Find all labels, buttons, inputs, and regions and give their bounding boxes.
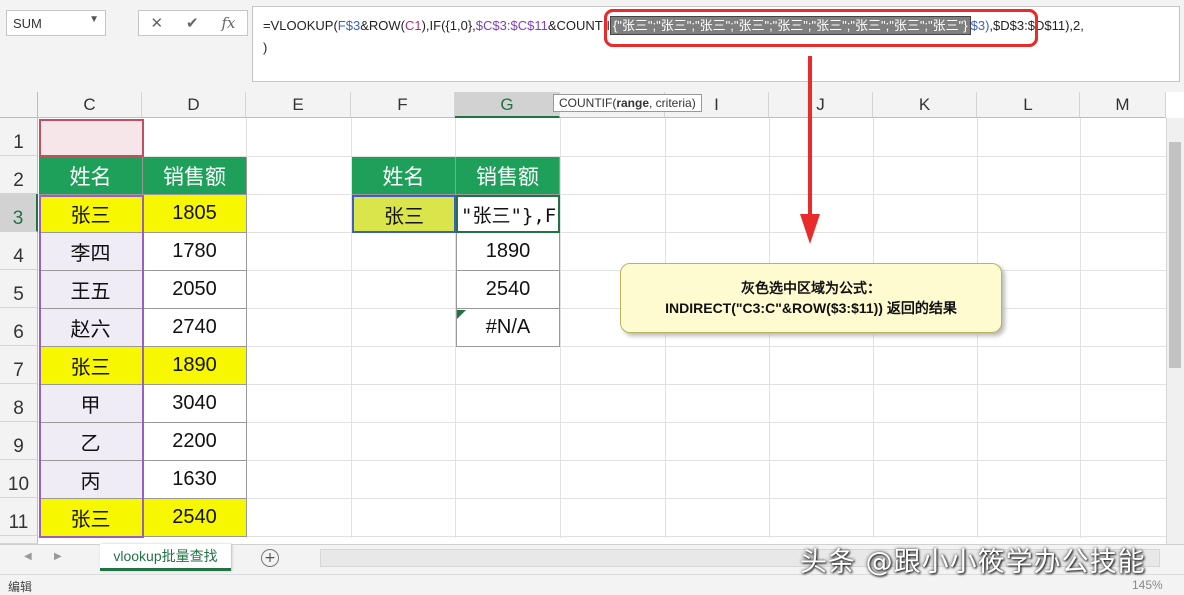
table2-header-amount[interactable]: 销售额	[456, 157, 560, 195]
formula-buttons: ✕ ✔ fx	[138, 10, 248, 36]
formula-part: &COUNTII	[547, 18, 610, 33]
formula-part: =VLOOKUP(	[263, 18, 338, 33]
table1-name-cell[interactable]: 赵六	[39, 309, 143, 347]
table1-amount-cell[interactable]: 1890	[143, 347, 247, 385]
chevron-down-icon[interactable]: ▼	[89, 14, 99, 25]
tooltip-fn: COUNTIF(	[559, 96, 617, 110]
row-header[interactable]: 6	[0, 308, 38, 346]
explanation-callout: 灰色选中区域为公式： INDIRECT("C3:C"&ROW($3:$11)) …	[620, 263, 1002, 333]
row-header[interactable]: 11	[0, 498, 38, 536]
table1-name-cell[interactable]: 王五	[39, 271, 143, 309]
callout-line-1: 灰色选中区域为公式：	[741, 280, 881, 296]
formula-ref: F$3	[337, 18, 361, 33]
sheet-tab-active[interactable]: vlookup批量查找	[100, 544, 231, 571]
table2-amount-cell[interactable]: #N/A	[456, 309, 560, 347]
table1-name-cell[interactable]: 丙	[39, 461, 143, 499]
column-header[interactable]: J	[769, 92, 873, 118]
table1-amount-cell[interactable]: 2050	[143, 271, 247, 309]
watermark: 头条 @跟小小筱学办公技能	[800, 547, 1146, 578]
tooltip-arg: range	[616, 96, 650, 110]
error-indicator-icon	[457, 310, 466, 319]
name-box-value: SUM	[13, 16, 42, 31]
name-box[interactable]: SUM ▼	[6, 10, 106, 36]
red-arrow-head-icon	[800, 214, 820, 244]
tooltip-rest: , criteria)	[649, 96, 696, 110]
zoom-level[interactable]: 145%	[1132, 578, 1163, 592]
row-header[interactable]: 9	[0, 422, 38, 460]
table1-amount-cell[interactable]: 1780	[143, 233, 247, 271]
table1-name-cell[interactable]: 乙	[39, 423, 143, 461]
add-sheet-icon[interactable]: +	[261, 549, 279, 567]
row-header[interactable]: 8	[0, 384, 38, 422]
insert-function-icon[interactable]: fx	[222, 14, 236, 32]
enter-icon[interactable]: ✔	[186, 14, 199, 32]
cell-c1-reference[interactable]	[39, 119, 144, 157]
status-mode: 编辑	[8, 580, 33, 594]
column-header[interactable]: M	[1080, 92, 1166, 118]
gridline	[1080, 118, 1081, 538]
column-header[interactable]: L	[977, 92, 1080, 118]
table1-amount-cell[interactable]: 3040	[143, 385, 247, 423]
column-header[interactable]: G	[455, 92, 560, 118]
table2-amount-cell[interactable]: 2540	[456, 271, 560, 309]
formula-part: &ROW(	[360, 18, 405, 33]
column-header[interactable]: D	[142, 92, 246, 118]
callout-line-2: INDIRECT("C3:C"&ROW($3:$11)) 返回的结果	[665, 300, 957, 316]
column-header[interactable]: F	[351, 92, 455, 118]
column-header[interactable]: K	[873, 92, 977, 118]
gridline	[560, 118, 561, 538]
table1-name-cell[interactable]: 甲	[39, 385, 143, 423]
formula-highlight-box	[604, 9, 1038, 47]
table2-name-cell[interactable]: 张三	[352, 195, 456, 233]
table1-amount-cell[interactable]: 2540	[143, 499, 247, 537]
formula-ref: $C$3:$C$11	[475, 18, 548, 33]
row-header[interactable]: 4	[0, 232, 38, 270]
row-header[interactable]: 10	[0, 460, 38, 498]
row-header[interactable]: 5	[0, 270, 38, 308]
formula-ref: C1	[404, 18, 422, 33]
table2-header-name[interactable]: 姓名	[352, 157, 456, 195]
column-header[interactable]: C	[38, 92, 142, 118]
function-tooltip: COUNTIF(range, criteria)	[553, 94, 702, 112]
table1-amount-cell[interactable]: 1630	[143, 461, 247, 499]
scrollbar-thumb[interactable]	[1169, 142, 1181, 368]
table1-header-amount[interactable]: 销售额	[143, 157, 247, 195]
table1-name-cell[interactable]: 张三	[39, 195, 143, 233]
table1-amount-cell[interactable]: 1805	[143, 195, 247, 233]
table1-name-cell[interactable]: 张三	[39, 347, 143, 385]
formula-part: ),IF({1,0},	[421, 18, 476, 33]
table1-header-name[interactable]: 姓名	[39, 157, 143, 195]
table2-amount-cell[interactable]: 1890	[456, 233, 560, 271]
next-sheet-icon[interactable]: ▶	[54, 551, 62, 562]
table2-active-cell-editing[interactable]: "张三"},F$	[456, 195, 560, 233]
row-header[interactable]: 2	[0, 156, 38, 194]
table1-name-cell[interactable]: 张三	[39, 499, 143, 537]
red-arrow-shaft	[808, 56, 812, 216]
column-header[interactable]: E	[246, 92, 351, 118]
row-header[interactable]: 1	[0, 118, 38, 156]
cancel-icon[interactable]: ✕	[150, 14, 163, 32]
table1-amount-cell[interactable]: 2200	[143, 423, 247, 461]
table1-name-cell[interactable]: 李四	[39, 233, 143, 271]
select-all-corner[interactable]	[0, 92, 38, 118]
row-header[interactable]: 3	[0, 194, 38, 232]
prev-sheet-icon[interactable]: ◀	[24, 551, 32, 562]
table1-amount-cell[interactable]: 2740	[143, 309, 247, 347]
row-header[interactable]	[0, 536, 38, 544]
row-header[interactable]: 7	[0, 346, 38, 384]
